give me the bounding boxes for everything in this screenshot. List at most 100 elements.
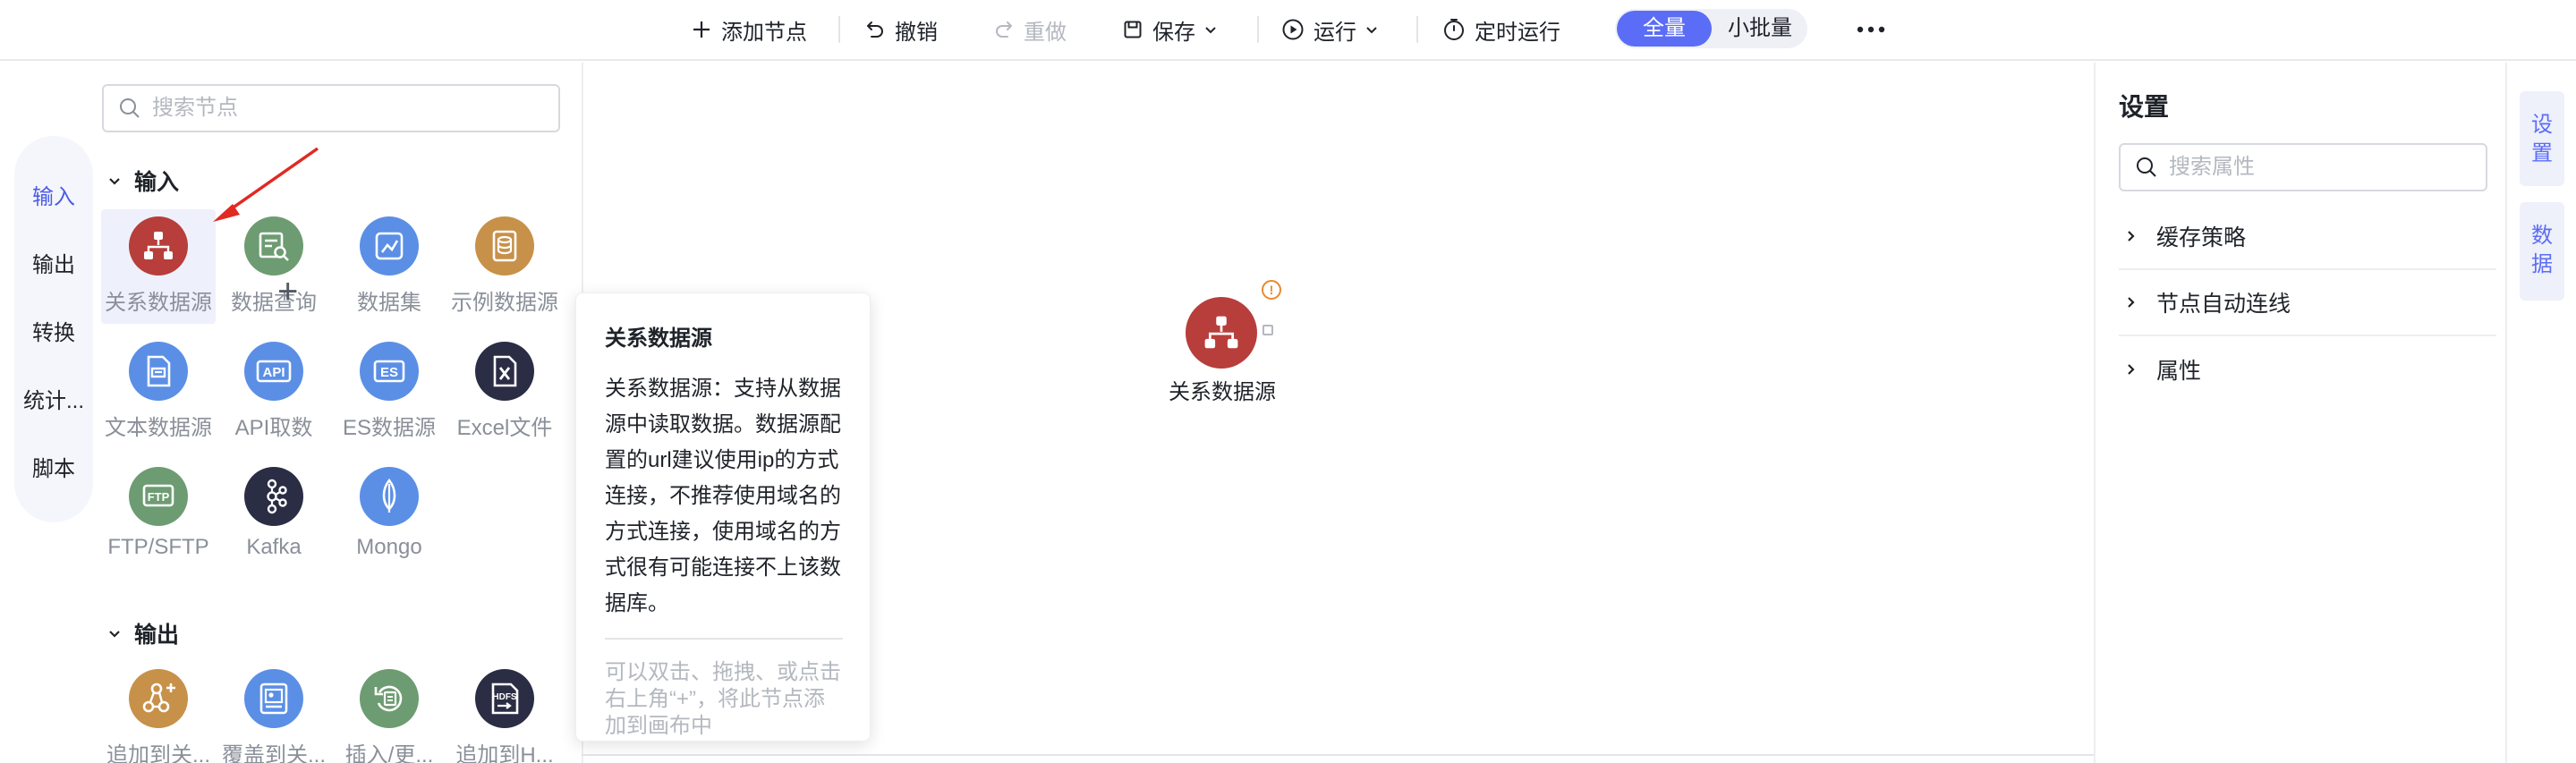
schedule-run-button[interactable]: 定时运行	[1442, 13, 1560, 47]
node-label: 追加到关...	[106, 743, 210, 763]
category-rail: 输入 输出 转换 统计... 脚本	[14, 136, 93, 522]
add-node-button[interactable]: 添加节点	[691, 13, 807, 47]
schedule-run-label: 定时运行	[1475, 20, 1560, 45]
section-properties[interactable]: 属性	[2119, 336, 2496, 403]
search-icon	[2137, 157, 2156, 177]
api-icon: API	[244, 342, 303, 401]
rail-item-transform[interactable]: 转换	[14, 315, 93, 346]
warning-icon[interactable]: !	[1262, 280, 1281, 300]
tab-settings-char: 设	[2531, 113, 2553, 137]
node-upsert[interactable]: 插入/更...	[332, 662, 446, 763]
rail-item-script[interactable]: 脚本	[14, 451, 93, 482]
settings-title: 设置	[2119, 93, 2170, 121]
redo-label: 重做	[1024, 20, 1067, 45]
run-mode-toggle: 全量 小批量	[1615, 9, 1807, 48]
more-button[interactable]	[1856, 13, 1895, 47]
node-label: API取数	[234, 416, 313, 440]
section-auto-connect[interactable]: 节点自动连线	[2119, 270, 2496, 336]
text-file-icon	[129, 342, 188, 401]
section-cache-strategy[interactable]: 缓存策略	[2119, 204, 2496, 270]
annotation-arrow-icon	[213, 147, 319, 222]
rail-item-statistics[interactable]: 统计...	[14, 383, 93, 414]
redo-button[interactable]: 重做	[993, 13, 1067, 47]
node-library: 输入 关系数据源 数据查询 数据集 示例数据源 文本数据源 API	[93, 63, 670, 763]
node-excel[interactable]: Excel文件	[447, 335, 562, 449]
node-sample-db[interactable]: 示例数据源	[447, 209, 562, 324]
append-relational-icon	[129, 669, 188, 728]
node-tooltip: 关系数据源 关系数据源：支持从数据源中读取数据。数据源配置的url建议使用ip的…	[575, 292, 871, 742]
relational-db-icon	[1204, 316, 1238, 349]
excel-icon	[475, 342, 534, 401]
tab-settings[interactable]: 设 置	[2520, 91, 2564, 186]
undo-button[interactable]: 撤销	[864, 13, 938, 47]
node-dataset[interactable]: 数据集	[332, 209, 446, 324]
node-es[interactable]: ES ES数据源	[332, 335, 446, 449]
node-search-box	[102, 84, 560, 132]
rail-item-input[interactable]: 输入	[14, 179, 93, 210]
node-label: FTP/SFTP	[107, 535, 209, 559]
output-port[interactable]	[1262, 325, 1273, 335]
overwrite-relational-icon	[244, 669, 303, 728]
node-label: 追加到H...	[455, 743, 554, 763]
hdfs-icon: HDFS	[475, 669, 534, 728]
node-append-hdfs[interactable]: HDFS 追加到H...	[447, 662, 562, 763]
property-search-box	[2119, 143, 2487, 191]
settings-panel: 设置 缓存策略 节点自动连线 属性	[2094, 63, 2507, 763]
chevron-right-icon	[2128, 297, 2135, 308]
add-node-label: 添加节点	[721, 20, 807, 45]
node-label: 数据集	[357, 291, 421, 315]
more-horizontal-icon	[1857, 26, 1885, 33]
node-kafka[interactable]: Kafka	[217, 460, 331, 574]
es-icon: ES	[360, 342, 419, 401]
save-button[interactable]: 保存	[1122, 13, 1219, 47]
add-to-canvas-icon[interactable]: +	[277, 274, 298, 309]
node-append-relational[interactable]: 追加到关...	[101, 662, 216, 763]
run-label: 运行	[1314, 20, 1356, 45]
run-button[interactable]: 运行	[1281, 13, 1380, 47]
property-search-input[interactable]	[2169, 155, 2486, 180]
svg-text:FTP: FTP	[148, 490, 170, 504]
group-output-header[interactable]: 输出	[107, 617, 179, 649]
undo-label: 撤销	[895, 20, 938, 45]
canvas-node-relational-db[interactable]	[1186, 297, 1257, 369]
node-relational-db[interactable]: 关系数据源	[101, 209, 216, 324]
node-mongo[interactable]: Mongo	[332, 460, 446, 574]
tooltip-divider	[605, 638, 843, 640]
tab-settings-char: 置	[2531, 141, 2553, 165]
node-api[interactable]: API API取数	[217, 335, 331, 449]
group-input-header[interactable]: 输入	[107, 165, 179, 197]
chevron-right-icon	[2128, 231, 2135, 242]
node-text-file[interactable]: 文本数据源	[101, 335, 216, 449]
toolbar-divider	[1416, 16, 1418, 43]
group-title: 输出	[134, 623, 180, 648]
search-icon	[120, 98, 140, 118]
plus-icon	[693, 21, 710, 38]
dataset-icon	[360, 216, 419, 276]
node-label: 关系数据源	[105, 291, 212, 315]
save-label: 保存	[1152, 20, 1195, 45]
ftp-icon: FTP	[129, 467, 188, 526]
tab-data[interactable]: 数 据	[2520, 202, 2564, 301]
svg-text:ES: ES	[380, 365, 398, 380]
tooltip-hint: 可以双击、拖拽、或点击右上角“+”，将此节点添加到画布中	[605, 660, 841, 738]
toolbar: 添加节点 撤销 重做 保存 运行 定时运行 全量 小批量	[0, 0, 2576, 61]
node-label: Mongo	[356, 535, 422, 559]
chevron-down-icon	[1205, 27, 1216, 34]
node-search-input[interactable]	[152, 96, 558, 121]
undo-icon	[867, 21, 883, 38]
node-label: Excel文件	[456, 416, 553, 440]
mode-small-batch-option[interactable]: 小批量	[1715, 11, 1805, 47]
rail-item-output[interactable]: 输出	[14, 247, 93, 278]
toolbar-divider	[838, 16, 840, 43]
node-label: 插入/更...	[344, 743, 434, 763]
upsert-icon	[360, 669, 419, 728]
node-overwrite-relational[interactable]: 覆盖到关...	[217, 662, 331, 763]
node-label: 文本数据源	[105, 416, 212, 440]
node-ftp[interactable]: FTP FTP/SFTP	[101, 460, 216, 574]
tooltip-title: 关系数据源	[605, 326, 712, 351]
save-icon	[1124, 21, 1142, 38]
mode-full-option[interactable]: 全量	[1617, 11, 1712, 47]
canvas-bottom-divider	[582, 754, 2094, 756]
sample-db-icon	[475, 216, 534, 276]
section-label: 缓存策略	[2156, 225, 2247, 250]
